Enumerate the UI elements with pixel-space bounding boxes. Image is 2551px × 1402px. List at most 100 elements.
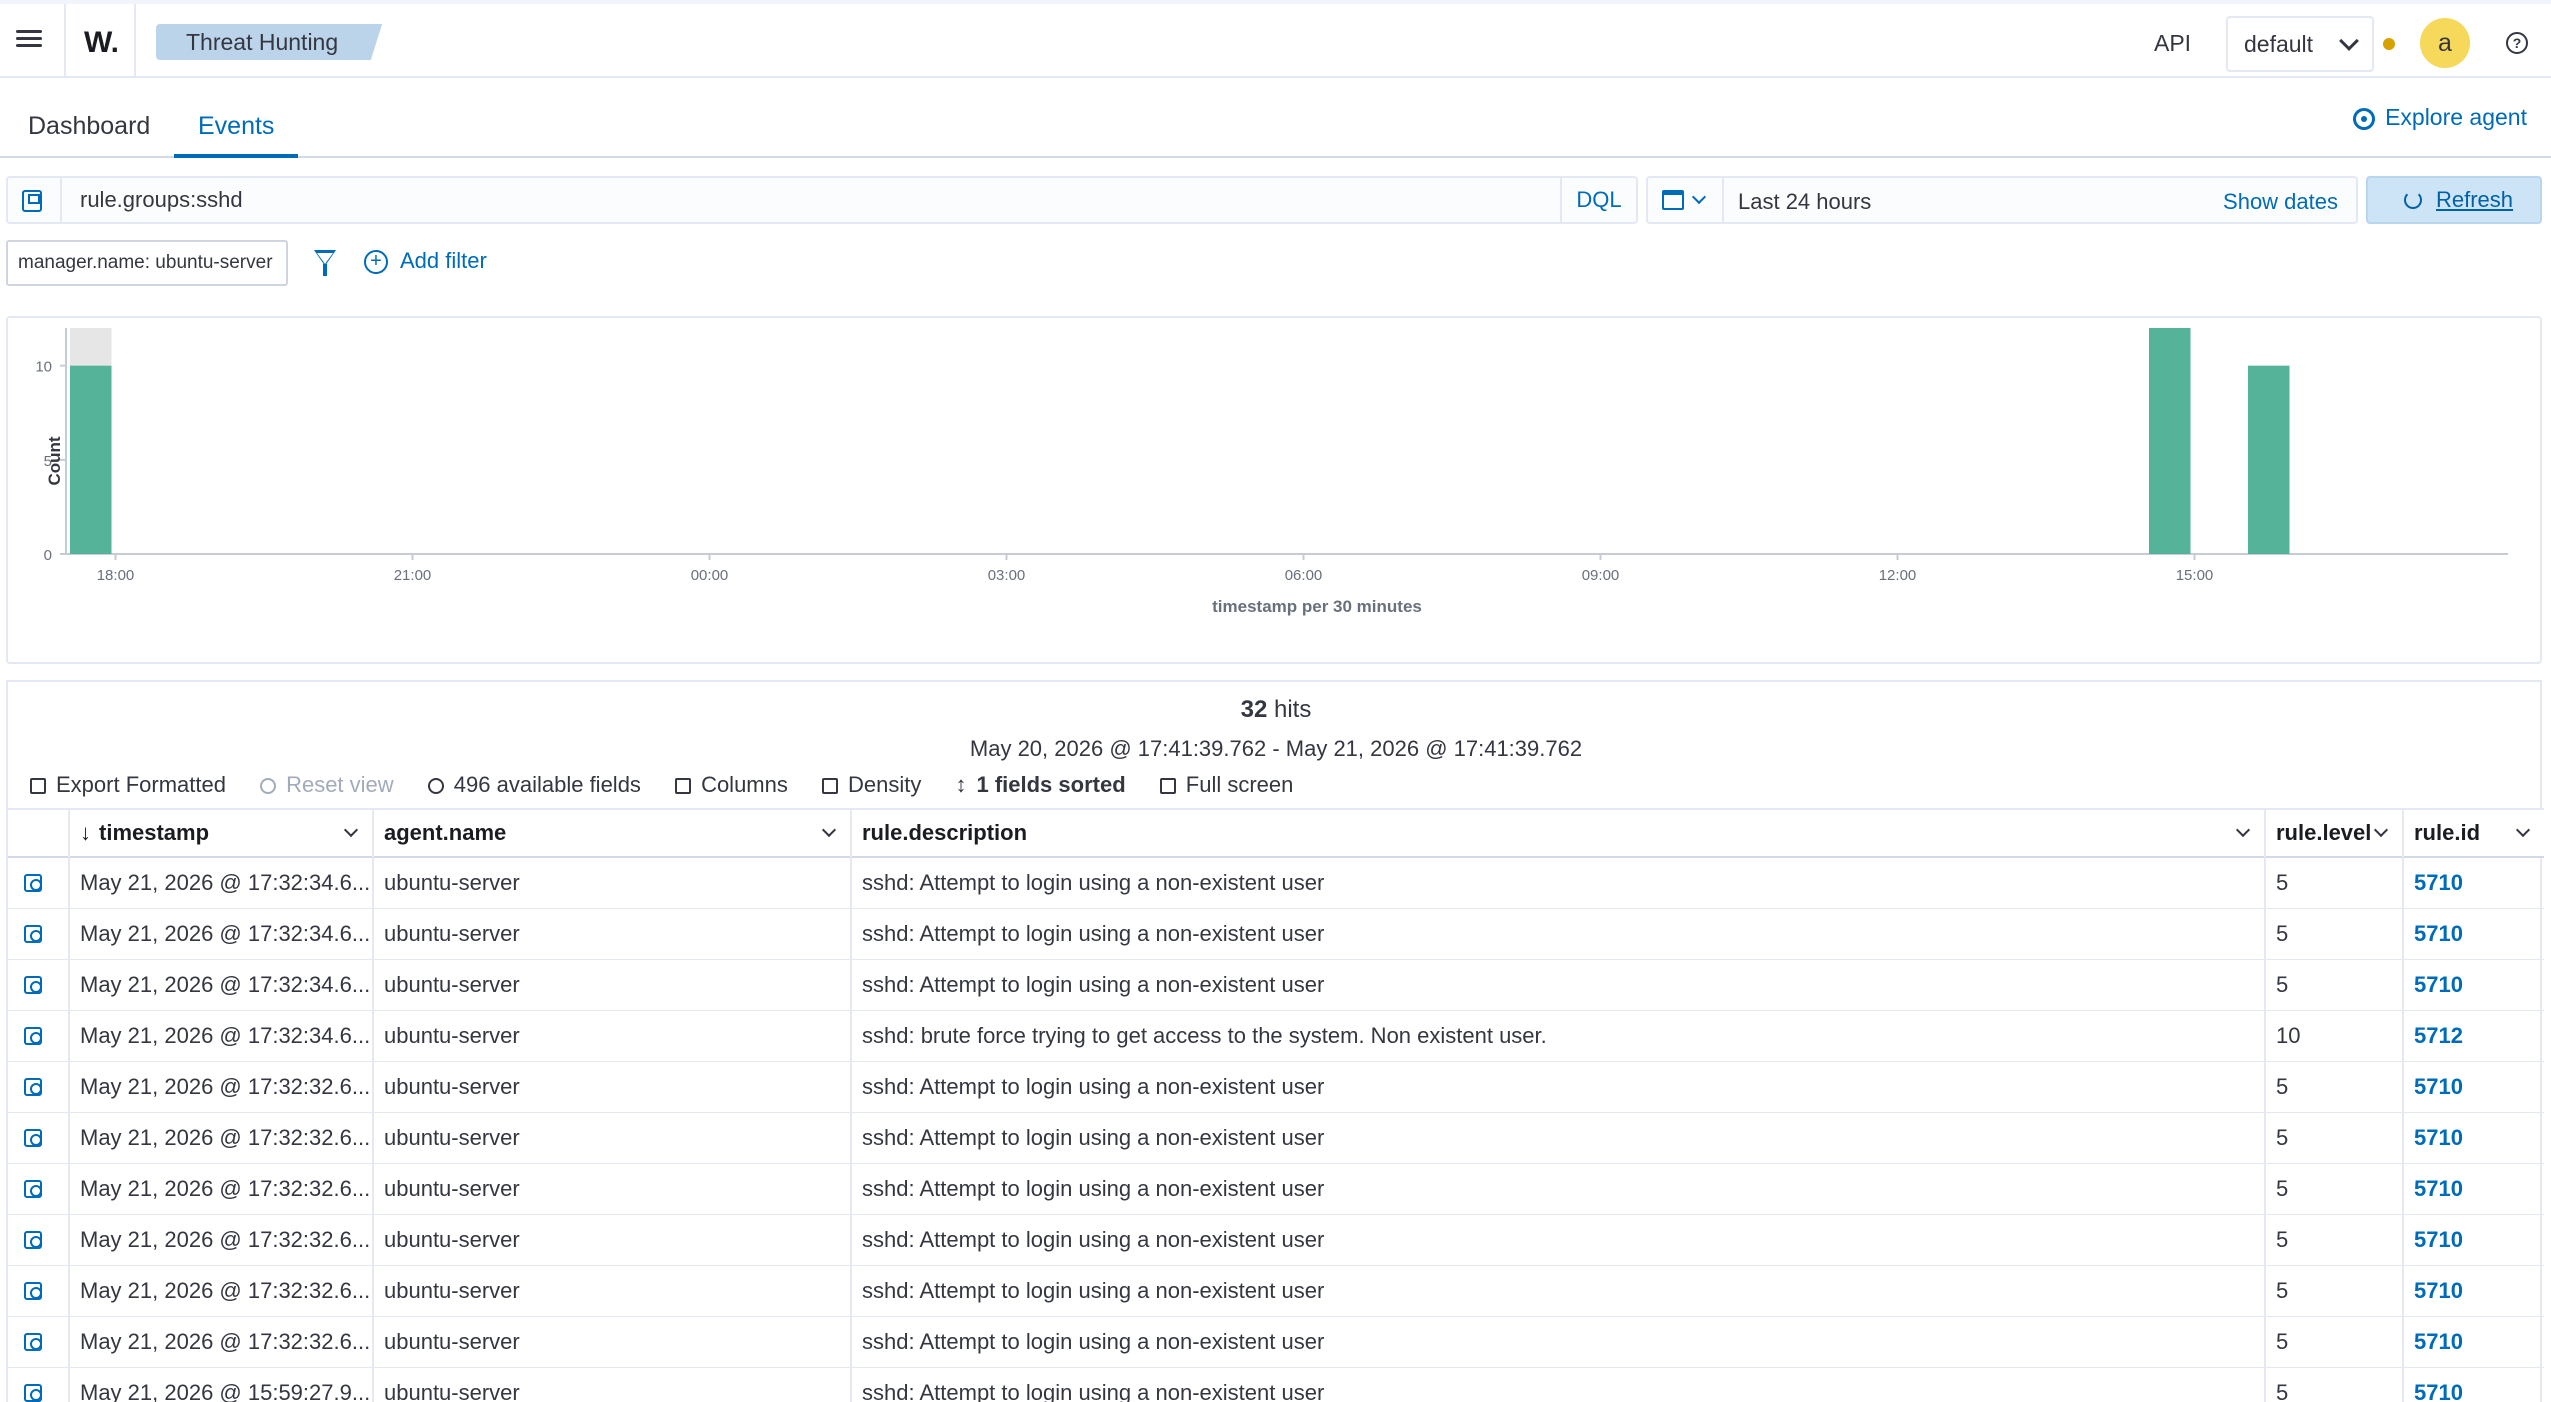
cell-level: 5 <box>2264 1266 2402 1317</box>
chevron-down-icon[interactable] <box>2373 822 2389 838</box>
chevron-down-icon[interactable] <box>343 822 359 838</box>
cell-level: 5 <box>2264 1317 2402 1368</box>
column-label: rule.id <box>2414 820 2481 845</box>
cell-timestamp: May 21, 2026 @ 17:32:32.6... <box>68 1062 372 1113</box>
api-link[interactable]: API <box>2154 30 2191 57</box>
available-fields-button[interactable]: 496 available fields <box>427 772 641 798</box>
density-label: Density <box>848 772 922 797</box>
table-row[interactable]: May 21, 2026 @ 17:32:32.6... ubuntu-serve… <box>8 1266 2544 1317</box>
inspect-document-icon[interactable] <box>24 1027 42 1045</box>
cell-agent: ubuntu-server <box>372 1062 850 1113</box>
inspect-document-icon[interactable] <box>24 925 42 943</box>
inspect-document-icon[interactable] <box>24 874 42 892</box>
menu-icon[interactable] <box>14 26 46 58</box>
inspect-document-icon[interactable] <box>24 1282 42 1300</box>
events-table-panel: 32 hits May 20, 2026 @ 17:41:39.762 - Ma… <box>6 680 2544 1402</box>
tab-events[interactable]: Events <box>174 112 298 158</box>
fullscreen-icon <box>1159 778 1176 794</box>
show-dates-button[interactable]: Show dates <box>2223 189 2338 215</box>
table-row[interactable]: May 21, 2026 @ 17:32:34.6... ubuntu-serve… <box>8 909 2544 960</box>
table-row[interactable]: May 21, 2026 @ 17:32:34.6... ubuntu-serve… <box>8 960 2544 1011</box>
cell-timestamp: May 21, 2026 @ 17:32:32.6... <box>68 1113 372 1164</box>
inspect-document-icon[interactable] <box>24 1231 42 1249</box>
space-selector[interactable]: default <box>2226 16 2374 72</box>
density-button[interactable]: Density <box>822 772 921 798</box>
column-header-rule-description[interactable]: rule.description <box>850 810 2264 858</box>
query-language-button[interactable]: DQL <box>1560 178 1636 222</box>
cell-id[interactable]: 5710 <box>2402 1164 2544 1215</box>
help-icon[interactable]: ? <box>2506 32 2528 54</box>
explore-agent-label: Explore agent <box>2385 104 2527 130</box>
column-header-timestamp[interactable]: ↓ timestamp <box>68 810 372 858</box>
inspect-document-icon[interactable] <box>24 1078 42 1096</box>
status-indicator <box>2383 38 2395 50</box>
add-filter-button[interactable]: + Add filter <box>364 248 487 275</box>
hits-number: 32 <box>1240 696 1268 723</box>
cell-timestamp: May 21, 2026 @ 17:32:32.6... <box>68 1215 372 1266</box>
table-row[interactable]: May 21, 2026 @ 17:32:34.6... ubuntu-serve… <box>8 1011 2544 1062</box>
table-row[interactable]: May 21, 2026 @ 17:32:34.6... ubuntu-serve… <box>8 858 2544 909</box>
sort-fields-button[interactable]: ↕ 1 fields sorted <box>955 772 1125 798</box>
table-row[interactable]: May 21, 2026 @ 15:59:27.9... ubuntu-serve… <box>8 1368 2544 1402</box>
search-input[interactable] <box>60 178 1560 222</box>
chevron-down-icon[interactable] <box>2515 822 2531 838</box>
table-row[interactable]: May 21, 2026 @ 17:32:32.6... ubuntu-serve… <box>8 1113 2544 1164</box>
sort-desc-icon: ↓ <box>80 820 91 845</box>
cell-id[interactable]: 5710 <box>2402 960 2544 1011</box>
x-tick-label: 21:00 <box>394 567 432 584</box>
cell-id[interactable]: 5710 <box>2402 858 2544 909</box>
add-filter-label: Add filter <box>400 248 487 273</box>
full-screen-button[interactable]: Full screen <box>1159 772 1293 798</box>
inspect-cell <box>8 1062 68 1113</box>
table-row[interactable]: May 21, 2026 @ 17:32:32.6... ubuntu-serve… <box>8 1062 2544 1113</box>
breadcrumb-threat-hunting[interactable]: Threat Hunting <box>156 24 383 60</box>
column-header-agent-name[interactable]: agent.name <box>372 810 850 858</box>
quick-menu-button[interactable] <box>1648 178 1724 222</box>
explore-agent-button[interactable]: Explore agent <box>2353 104 2527 131</box>
inspect-document-icon[interactable] <box>24 1129 42 1147</box>
list-icon <box>675 778 692 794</box>
cell-id[interactable]: 5710 <box>2402 909 2544 960</box>
tab-dashboard[interactable]: Dashboard <box>26 112 152 158</box>
column-header-rule-level[interactable]: rule.level <box>2264 810 2402 858</box>
cell-id[interactable]: 5710 <box>2402 1113 2544 1164</box>
chevron-down-icon[interactable] <box>2235 822 2251 838</box>
x-tick-label: 12:00 <box>1879 567 1917 584</box>
inspect-document-icon[interactable] <box>24 1333 42 1351</box>
header-divider <box>64 4 66 78</box>
table-row[interactable]: May 21, 2026 @ 17:32:32.6... ubuntu-serve… <box>8 1164 2544 1215</box>
refresh-button[interactable]: Refresh <box>2366 176 2542 224</box>
cell-id[interactable]: 5710 <box>2402 1368 2544 1402</box>
date-range-label[interactable]: Last 24 hours <box>1738 189 1871 215</box>
table-row[interactable]: May 21, 2026 @ 17:32:32.6... ubuntu-serve… <box>8 1215 2544 1266</box>
cell-id[interactable]: 5712 <box>2402 1011 2544 1062</box>
inspect-document-icon[interactable] <box>24 1180 42 1198</box>
x-tick-label: 00:00 <box>691 567 729 584</box>
cell-id[interactable]: 5710 <box>2402 1062 2544 1113</box>
export-formatted-button[interactable]: Export Formatted <box>30 772 226 798</box>
cell-id[interactable]: 5710 <box>2402 1317 2544 1368</box>
inspect-document-icon[interactable] <box>24 976 42 994</box>
cell-agent: ubuntu-server <box>372 1113 850 1164</box>
reset-view-button[interactable]: Reset view <box>260 772 394 798</box>
cell-level: 5 <box>2264 1113 2402 1164</box>
sort-icon: ↕ <box>955 772 967 797</box>
column-header-rule-id[interactable]: rule.id <box>2402 810 2544 858</box>
inspect-document-icon[interactable] <box>24 1384 42 1402</box>
chevron-down-icon <box>2339 31 2359 51</box>
cell-id[interactable]: 5710 <box>2402 1266 2544 1317</box>
table-row[interactable]: May 21, 2026 @ 17:32:32.6... ubuntu-serve… <box>8 1317 2544 1368</box>
cell-id[interactable]: 5710 <box>2402 1215 2544 1266</box>
filter-pill[interactable]: manager.name: ubuntu-server <box>6 240 288 286</box>
filter-icon[interactable] <box>314 250 336 276</box>
inspect-cell <box>8 1368 68 1402</box>
saved-query-icon[interactable] <box>22 190 42 212</box>
app-logo[interactable]: W. <box>84 26 119 60</box>
columns-button[interactable]: Columns <box>675 772 788 798</box>
cell-level: 5 <box>2264 1368 2402 1402</box>
user-avatar[interactable]: a <box>2420 18 2470 68</box>
cell-timestamp: May 21, 2026 @ 17:32:32.6... <box>68 1317 372 1368</box>
table-header: ↓ timestamp agent.name rule.description r… <box>8 808 2544 858</box>
chevron-down-icon[interactable] <box>821 822 837 838</box>
cell-description: sshd: Attempt to login using a non-exist… <box>850 960 2264 1011</box>
